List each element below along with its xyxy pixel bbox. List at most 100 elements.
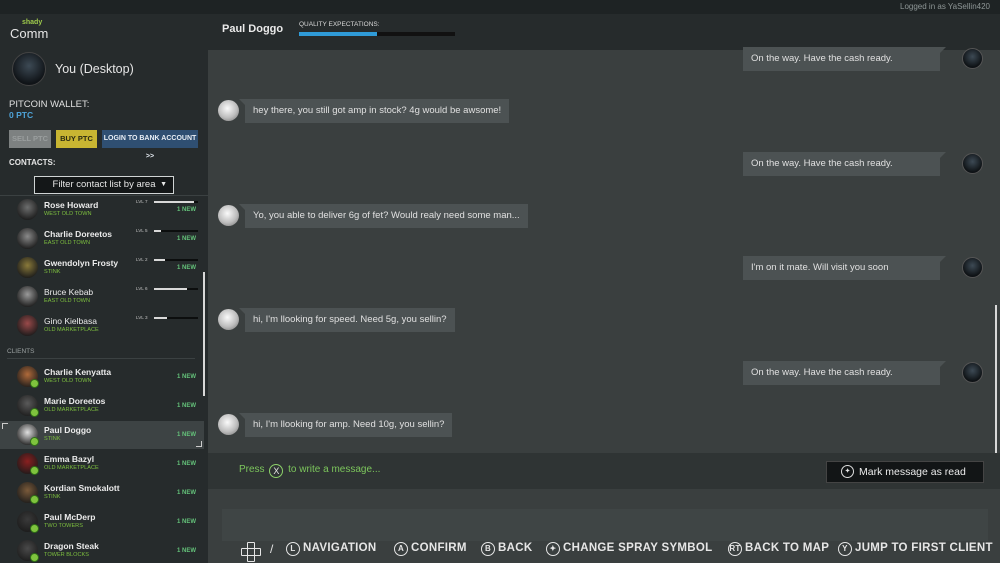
avatar [17,199,38,220]
logo-small-text: shady [22,19,43,26]
controller-button-icon: Y [838,542,852,556]
level-bar-fill [154,317,168,319]
sell-ptc-button[interactable]: SELL PTC [9,130,51,148]
contact-row[interactable]: Bruce Kebab EAST OLD TOWN LVL 6 [0,283,204,311]
chat-message: hey there, you still got amp in stock? 4… [238,99,510,123]
contact-name: Gwendolyn Frosty [44,258,119,268]
controller-button-icon: L [286,542,300,556]
footer-label: CONFIRM [411,542,467,554]
new-badge: 1 NEW [177,519,197,525]
chat-message: hi, I'm llooking for amp. Need 10g, you … [238,412,453,437]
avatar [218,100,239,121]
avatar [218,413,239,435]
composer-bar: Press X to write a message... ✦ Mark mes… [208,453,1000,489]
chat-message: hi, I'm llooking for speed. Need 5g, you… [239,308,455,332]
avatar [218,204,239,226]
message-input-area[interactable] [222,509,988,541]
client-badge-icon [30,379,39,388]
client-row[interactable]: Paul McDerp TWO TOWERS 1 NEW [0,508,204,536]
level-bar [154,201,198,203]
new-badge: 1 NEW [177,461,197,467]
avatar [962,152,983,174]
avatar [17,315,38,336]
level-bar-fill [154,259,165,261]
contact-area: WEST OLD TOWN [44,378,92,384]
contact-name: Paul McDerp [44,512,96,522]
client-badge-icon [30,495,39,504]
level-bar-fill [154,288,187,290]
chat-message: I'm on it mate. Will visit you soon [743,256,946,280]
client-badge-icon [30,553,39,562]
client-row[interactable]: Kordian Smokalott STINK 1 NEW [0,479,204,507]
chat-message: On the way. Have the cash ready. [743,151,946,176]
footer-item[interactable]: RT BACK TO MAP [728,542,829,556]
wallet-value: 0 PTC [9,110,34,120]
new-badge: 1 NEW [177,403,197,409]
divider [7,358,195,359]
chat-scrollbar[interactable] [995,305,997,453]
buy-ptc-button[interactable]: BUY PTC [56,130,97,148]
contact-row[interactable]: Gino Kielbasa OLD MARKETPLACE LVL 3 [0,312,204,340]
avatar [962,361,983,383]
client-row[interactable]: Emma Bazyl OLD MARKETPLACE 1 NEW [0,450,204,478]
profile: You (Desktop) [12,52,202,88]
login-status: Logged in as YaSellin420 [900,2,990,11]
controller-button-icon: A [394,542,408,556]
chat-message: On the way. Have the cash ready. [743,360,946,385]
contact-name: Kordian Smokalott [44,483,120,493]
footer-item[interactable]: A CONFIRM [394,542,467,556]
mark-read-button[interactable]: ✦ Mark message as read [826,461,984,483]
message-thread: On the way. Have the cash ready. hey ther… [208,47,1000,453]
sidebar: shady Comm You (Desktop) PITCOIN WALLET:… [0,14,208,563]
controller-button-icon: B [481,542,495,556]
area-filter-dropdown[interactable]: Filter contact list by area ▼ [34,176,174,194]
chat-message: Yo, you able to deliver 6g of fet? Would… [239,203,528,228]
controller-button-icon: RT [728,542,742,556]
hint-rest: to write a message... [288,464,381,475]
new-badge: 1 NEW [177,490,197,496]
top-bar: Logged in as YaSellin420 [0,0,1000,14]
contact-row[interactable]: Gwendolyn Frosty STINK LVL 2 1 NEW [0,254,204,282]
quality-label: QUALITY EXPECTATIONS: [299,21,380,28]
footer-label: NAVIGATION [303,542,377,554]
contact-name: Rose Howard [44,200,99,210]
contact-level-label: LVL 3 [136,315,148,320]
client-badge-icon [30,437,39,446]
footer-label: BACK TO MAP [745,542,830,554]
contact-name: Paul Doggo [44,425,92,435]
hint-press: Press [239,464,265,475]
client-row[interactable]: Charlie Kenyatta WEST OLD TOWN 1 NEW [0,363,204,391]
contact-area: STINK [44,269,61,275]
contact-row[interactable]: Rose Howard WEST OLD TOWN LVL 7 1 NEW [0,196,204,224]
contacts-scrollbar[interactable] [203,272,205,396]
contact-area: EAST OLD TOWN [44,298,91,304]
new-badge: 1 NEW [177,265,197,271]
contact-area: EAST OLD TOWN [44,240,91,246]
contact-row[interactable]: Charlie Doreetos EAST OLD TOWN LVL 5 1 NEW [0,225,204,253]
footer-item[interactable]: Y JUMP TO FIRST CLIENT [838,542,993,556]
avatar [17,257,38,278]
bank-login-button[interactable]: LOGIN TO BANK ACCOUNT >> [102,130,198,160]
new-badge: 1 NEW [177,236,197,242]
controls-footer: / L NAVIGATION A CONFIRM B BACK ✦ CHANGE SPRAY … [208,541,1000,563]
contact-area: OLD MARKETPLACE [44,407,99,413]
client-row[interactable]: Marie Doreetos OLD MARKETPLACE 1 NEW [0,392,204,420]
contact-area: TWO TOWERS [44,523,83,529]
level-bar [154,288,198,290]
contact-area: OLD MARKETPLACE [44,327,99,333]
footer-item[interactable]: ✦ CHANGE SPRAY SYMBOL [546,542,712,556]
avatar [962,257,983,278]
footer-label: BACK [498,542,533,554]
write-message-hint[interactable]: Press X to write a message... [239,464,380,478]
client-row[interactable]: Dragon Steak TOWER BLOCKS 1 NEW [0,537,204,563]
new-badge: 1 NEW [177,432,197,438]
new-badge: 1 NEW [177,207,197,213]
mark-read-label: Mark message as read [859,466,966,478]
footer-item[interactable]: L NAVIGATION [286,542,377,556]
client-badge-icon [30,408,39,417]
contact-level-label: LVL 5 [136,228,148,233]
filter-label: Filter contact list by area [52,179,156,190]
footer-item[interactable]: B BACK [481,542,532,556]
quality-bar [299,32,455,36]
client-row[interactable]: Paul Doggo STINK 1 NEW [0,421,204,449]
